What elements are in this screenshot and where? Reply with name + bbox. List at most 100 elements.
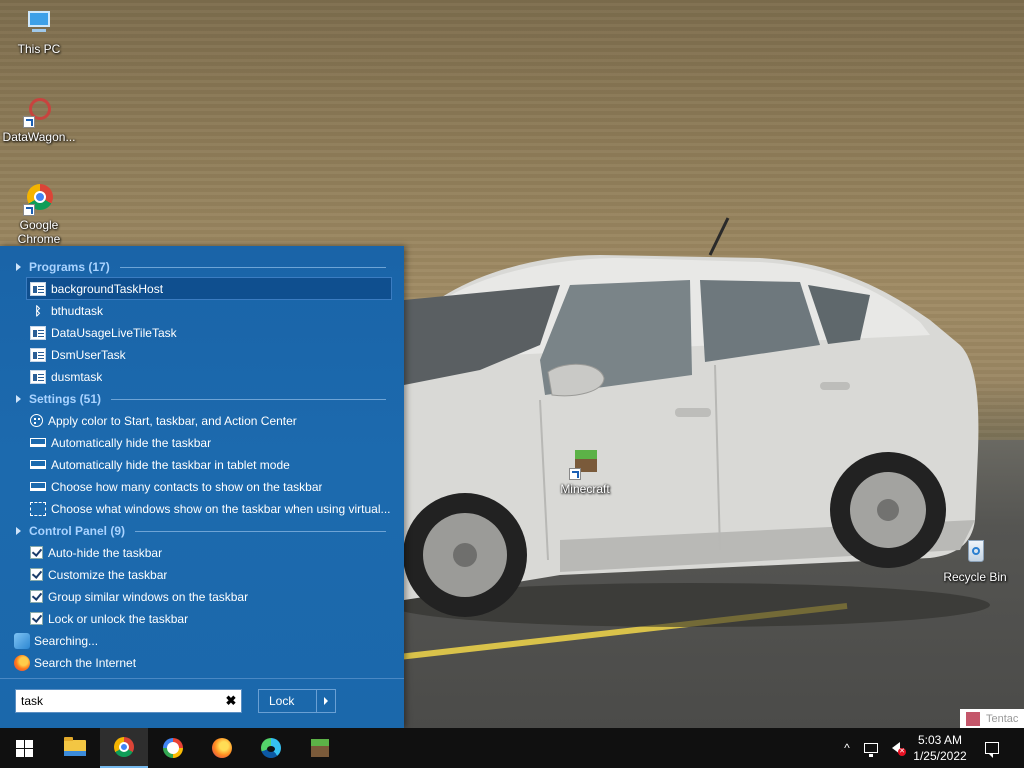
result-label: Customize the taskbar	[48, 567, 168, 582]
virtual-desktop-icon	[30, 501, 46, 516]
folder-icon	[64, 737, 86, 756]
expand-triangle-icon	[16, 395, 21, 403]
notification-preview[interactable]: Tentac	[960, 709, 1024, 728]
search-internet-label: Search the Internet	[34, 656, 137, 670]
clear-search-icon[interactable]: ✖	[221, 693, 241, 709]
search-box[interactable]: ✖	[15, 689, 242, 713]
group-divider	[111, 398, 386, 400]
result-item-virtual-desktops-taskbar[interactable]: Choose what windows show on the taskbar …	[27, 498, 391, 519]
taskbar-google-chrome[interactable]	[100, 728, 148, 768]
checkbox-icon	[30, 568, 43, 581]
taskbar-file-explorer[interactable]	[51, 728, 99, 768]
group-header-label: Control Panel (9)	[29, 524, 126, 538]
result-label: Lock or unlock the taskbar	[48, 611, 189, 626]
result-label: backgroundTaskHost	[51, 281, 164, 296]
searching-status: Searching...	[14, 633, 98, 649]
result-item-auto-hide-taskbar-tablet[interactable]: Automatically hide the taskbar in tablet…	[27, 454, 391, 475]
desktop-icon-google-chrome[interactable]: Google Chrome	[1, 184, 77, 246]
search-internet-link[interactable]: Search the Internet	[14, 655, 136, 671]
group-header-settings[interactable]: Settings (51)	[16, 390, 386, 408]
muted-badge: ✕	[898, 748, 906, 756]
result-item-backgroundtaskhost[interactable]: backgroundTaskHost	[26, 277, 392, 300]
result-item-dsmusertask[interactable]: DsmUserTask	[27, 344, 391, 365]
start-button[interactable]	[0, 728, 48, 768]
desktop-icon-label: Minecraft	[560, 482, 610, 496]
result-item-apply-color[interactable]: Apply color to Start, taskbar, and Actio…	[27, 410, 391, 431]
shortcut-arrow-icon	[23, 204, 35, 216]
search-divider	[0, 678, 404, 679]
lock-button-label: Lock	[269, 694, 295, 708]
minecraft-icon	[311, 739, 329, 757]
edge-icon	[261, 738, 281, 758]
taskbar-firefox[interactable]	[198, 728, 246, 768]
result-item-cp-auto-hide[interactable]: Auto-hide the taskbar	[27, 542, 391, 563]
desktop-icon-label: This PC	[17, 42, 61, 56]
desktop-icon-label: DataWagon...	[2, 130, 76, 144]
bluetooth-icon: ᛒ	[34, 303, 42, 318]
result-item-dusmtask[interactable]: dusmtask	[27, 366, 391, 387]
notification-icon	[985, 742, 999, 758]
expand-triangle-icon	[16, 527, 21, 535]
app-icon	[30, 281, 46, 296]
checkbox-icon	[30, 546, 43, 559]
group-header-label: Settings (51)	[29, 392, 102, 406]
checkbox-icon	[30, 612, 43, 625]
result-item-datausagelivetiletask[interactable]: DataUsageLiveTileTask	[27, 322, 391, 343]
result-label: Apply color to Start, taskbar, and Actio…	[48, 413, 297, 428]
minecraft-icon	[569, 448, 601, 480]
shield-browser-icon	[163, 738, 183, 758]
group-divider	[119, 266, 386, 268]
firefox-icon	[14, 655, 30, 671]
desktop-icon-this-pc[interactable]: This PC	[1, 8, 77, 56]
result-item-bthudtask[interactable]: ᛒ bthudtask	[27, 300, 391, 321]
result-label: dusmtask	[51, 369, 103, 384]
lock-button[interactable]: Lock	[258, 689, 336, 713]
result-label: bthudtask	[51, 303, 104, 318]
result-label: Automatically hide the taskbar	[51, 435, 212, 450]
result-item-cp-group-windows[interactable]: Group similar windows on the taskbar	[27, 586, 391, 607]
result-label: DsmUserTask	[51, 347, 126, 362]
searching-label: Searching...	[34, 634, 99, 648]
desktop-icon-label: Google Chrome	[17, 218, 61, 246]
windows-logo-icon	[15, 739, 33, 757]
chrome-icon	[23, 184, 55, 216]
desktop-icon-minecraft[interactable]: Minecraft	[547, 448, 623, 496]
result-item-auto-hide-taskbar[interactable]: Automatically hide the taskbar	[27, 432, 391, 453]
desktop-icon-recycle-bin[interactable]: Recycle Bin	[937, 536, 1013, 584]
desktop-icon-label: Recycle Bin	[943, 570, 1007, 584]
show-hidden-icons-chevron-icon[interactable]: ^	[838, 728, 856, 768]
taskbar-clock[interactable]: 5:03 AM 1/25/2022	[910, 728, 970, 768]
app-icon	[30, 325, 46, 340]
start-menu-search-panel: Programs (17) backgroundTaskHost ᛒ bthud…	[0, 246, 404, 728]
result-label: Auto-hide the taskbar	[48, 545, 163, 560]
network-icon[interactable]	[860, 728, 882, 768]
desktop-icon-datawagon[interactable]: DataWagon...	[1, 96, 77, 144]
power-options-arrow-icon[interactable]	[316, 690, 335, 712]
shortcut-arrow-icon	[569, 468, 581, 480]
clock-time: 5:03 AM	[917, 733, 963, 747]
taskbar-browser[interactable]	[149, 728, 197, 768]
shortcut-arrow-icon	[23, 116, 35, 128]
palette-icon	[30, 414, 43, 427]
taskbar-edge[interactable]	[247, 728, 295, 768]
volume-muted-icon[interactable]: ✕	[884, 728, 908, 768]
datawagon-icon	[23, 96, 55, 128]
app-icon	[30, 347, 46, 362]
search-files-icon	[14, 633, 30, 649]
result-item-cp-customize[interactable]: Customize the taskbar	[27, 564, 391, 585]
group-header-programs[interactable]: Programs (17)	[16, 258, 386, 276]
app-thumbnail-icon	[966, 711, 980, 726]
result-label: Choose how many contacts to show on the …	[51, 479, 323, 494]
group-header-control-panel[interactable]: Control Panel (9)	[16, 522, 386, 540]
result-item-cp-lock-taskbar[interactable]: Lock or unlock the taskbar	[27, 608, 391, 629]
result-item-contacts-taskbar[interactable]: Choose how many contacts to show on the …	[27, 476, 391, 497]
taskbar-minecraft[interactable]	[296, 728, 344, 768]
result-label: DataUsageLiveTileTask	[51, 325, 177, 340]
chrome-icon	[114, 737, 134, 757]
action-center-button[interactable]	[976, 728, 1008, 768]
taskbar-icon	[30, 482, 46, 491]
firefox-icon	[212, 738, 232, 758]
computer-icon	[23, 8, 55, 40]
search-input[interactable]	[16, 694, 221, 708]
result-label: Group similar windows on the taskbar	[48, 589, 249, 604]
